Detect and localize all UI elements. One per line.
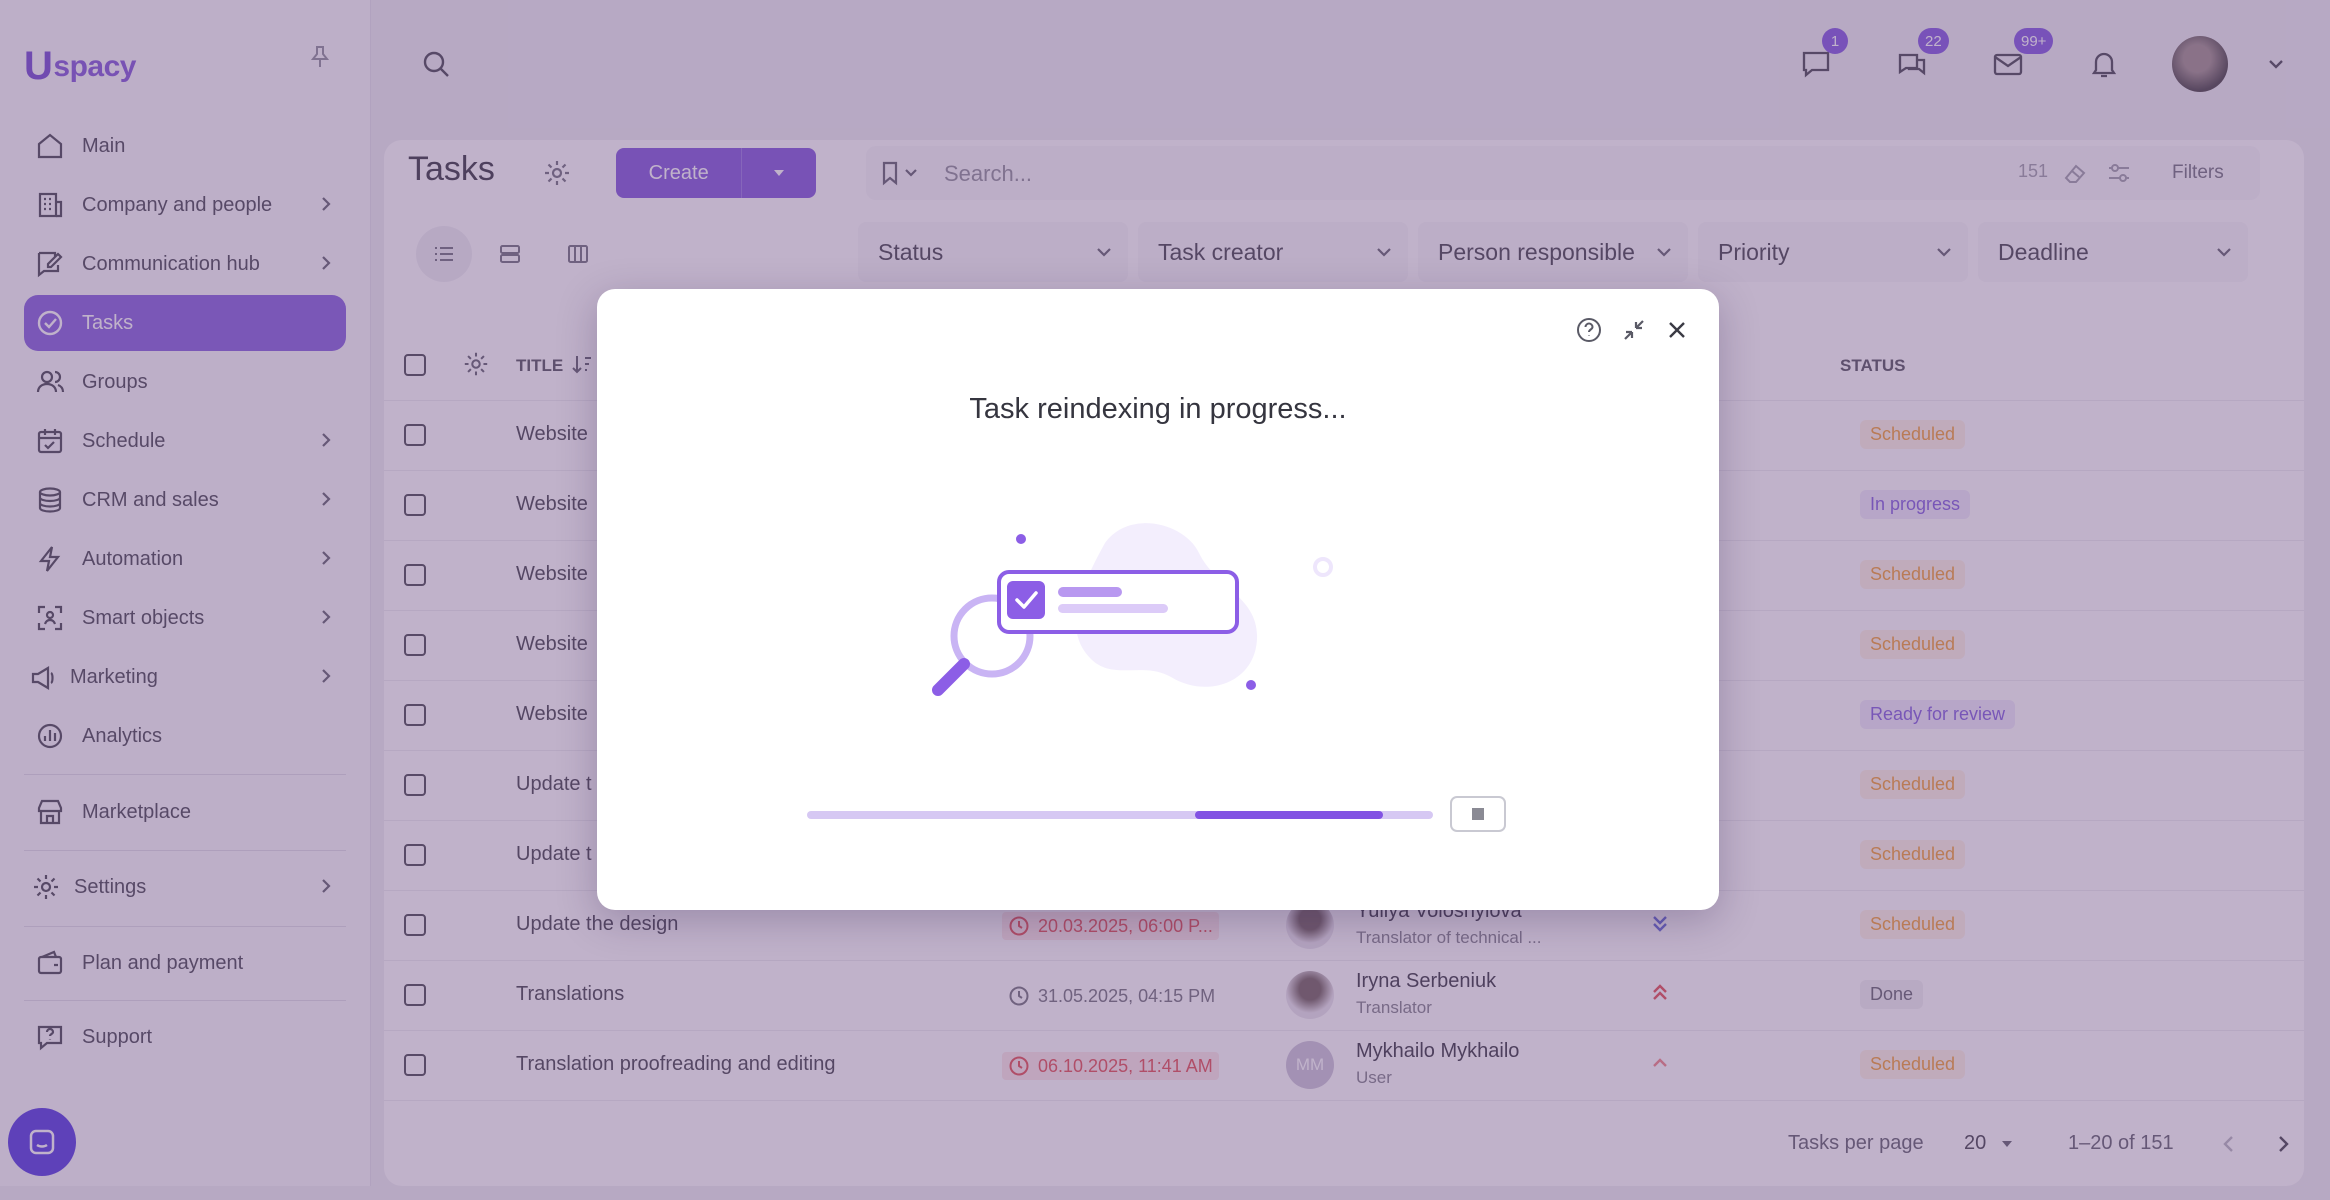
close-icon[interactable]: [1660, 313, 1694, 347]
search-document-illustration: [917, 499, 1337, 719]
reindex-modal: Task reindexing in progress...: [597, 289, 1719, 910]
minimize-icon[interactable]: [1617, 313, 1651, 347]
stop-icon: [1471, 807, 1485, 821]
stop-button[interactable]: [1450, 796, 1506, 832]
progress-bar: [807, 811, 1433, 819]
help-icon[interactable]: [1572, 313, 1606, 347]
progress-fill: [1195, 811, 1383, 819]
modal-title: Task reindexing in progress...: [969, 393, 1347, 425]
